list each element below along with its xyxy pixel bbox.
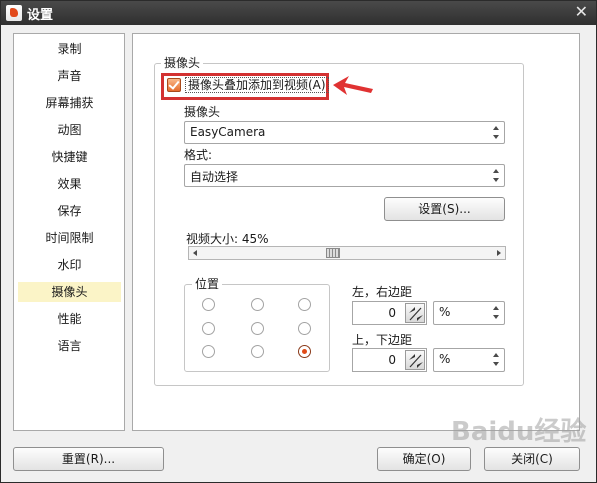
tb-margin-label: 上，下边距 — [352, 333, 413, 347]
position-bottom-center-radio[interactable] — [251, 345, 264, 358]
camera-device-label: 摄像头 — [184, 105, 221, 119]
video-size-slider[interactable] — [188, 246, 506, 260]
sidebar-item-screen-capture[interactable]: 屏幕捕获 — [18, 93, 121, 113]
overlay-checkbox-label[interactable]: 摄像头叠加添加到视频(A) — [185, 77, 329, 93]
camera-group-title: 摄像头 — [161, 54, 204, 71]
slider-thumb[interactable] — [326, 248, 341, 258]
position-group-title: 位置 — [192, 275, 223, 292]
reset-button[interactable]: 重置(R)... — [13, 447, 164, 471]
sidebar-item-hotkeys[interactable]: 快捷键 — [18, 147, 121, 167]
position-top-center-radio[interactable] — [251, 298, 264, 311]
sidebar-item-time-limit[interactable]: 时间限制 — [18, 228, 121, 248]
ok-button[interactable]: 确定(O) — [377, 447, 471, 471]
lr-margin-label: 左，右边距 — [352, 285, 413, 299]
camera-settings-button[interactable]: 设置(S)... — [384, 197, 505, 221]
position-bottom-right-radio[interactable] — [298, 345, 311, 358]
camera-device-select[interactable]: EasyCamera — [184, 121, 505, 144]
format-label: 格式: — [184, 148, 213, 162]
sidebar-item-effects[interactable]: 效果 — [18, 174, 121, 194]
app-logo-icon — [6, 5, 22, 21]
video-size-label: 视频大小: 45% — [186, 232, 269, 246]
window-title: 设置 — [27, 8, 54, 23]
position-top-left-radio[interactable] — [202, 298, 215, 311]
tb-margin-input[interactable]: 0 — [352, 348, 427, 372]
spin-arrows-icon[interactable] — [405, 350, 425, 370]
lr-margin-unit: % — [439, 305, 451, 319]
sidebar-item-animation[interactable]: 动图 — [18, 120, 121, 140]
close-icon[interactable]: ✕ — [575, 2, 588, 21]
overlay-checkbox[interactable] — [167, 78, 181, 92]
close-button[interactable]: 关闭(C) — [484, 447, 580, 471]
sidebar-item-sound[interactable]: 声音 — [18, 66, 121, 86]
position-middle-left-radio[interactable] — [202, 322, 215, 335]
camera-settings-panel: 摄像头 摄像头叠加添加到视频(A) 摄像头 EasyCamera 格式: 自动选… — [132, 33, 580, 431]
tb-margin-unit-select[interactable]: % — [433, 348, 505, 372]
lr-margin-input[interactable]: 0 — [352, 301, 427, 325]
tb-margin-value: 0 — [388, 353, 396, 367]
format-select[interactable]: 自动选择 — [184, 164, 505, 187]
sidebar-item-save[interactable]: 保存 — [18, 201, 121, 221]
sidebar-item-record[interactable]: 录制 — [18, 39, 121, 59]
title-bar[interactable]: 设置 ✕ — [1, 1, 596, 25]
sidebar-item-language[interactable]: 语言 — [18, 336, 121, 356]
position-bottom-left-radio[interactable] — [202, 345, 215, 358]
lr-margin-value: 0 — [388, 306, 396, 320]
chevron-updown-icon — [492, 168, 501, 183]
position-top-right-radio[interactable] — [298, 298, 311, 311]
settings-window: 设置 ✕ 录制 声音 屏幕捕获 动图 快捷键 效果 保存 时间限制 水印 摄像头… — [0, 0, 597, 483]
format-value: 自动选择 — [190, 170, 239, 184]
sidebar-item-camera[interactable]: 摄像头 — [18, 282, 121, 302]
settings-sidebar: 录制 声音 屏幕捕获 动图 快捷键 效果 保存 时间限制 水印 摄像头 性能 语… — [13, 33, 125, 431]
sidebar-item-performance[interactable]: 性能 — [18, 309, 121, 329]
lr-margin-unit-select[interactable]: % — [433, 301, 505, 325]
position-middle-right-radio[interactable] — [298, 322, 311, 335]
chevron-updown-icon — [492, 305, 501, 320]
chevron-updown-icon — [492, 352, 501, 367]
tb-margin-unit: % — [439, 352, 451, 366]
position-center-radio[interactable] — [251, 322, 264, 335]
spin-arrows-icon[interactable] — [405, 303, 425, 323]
camera-device-value: EasyCamera — [190, 125, 266, 139]
sidebar-item-watermark[interactable]: 水印 — [18, 255, 121, 275]
red-arrow-icon — [333, 76, 373, 95]
chevron-updown-icon — [492, 125, 501, 140]
